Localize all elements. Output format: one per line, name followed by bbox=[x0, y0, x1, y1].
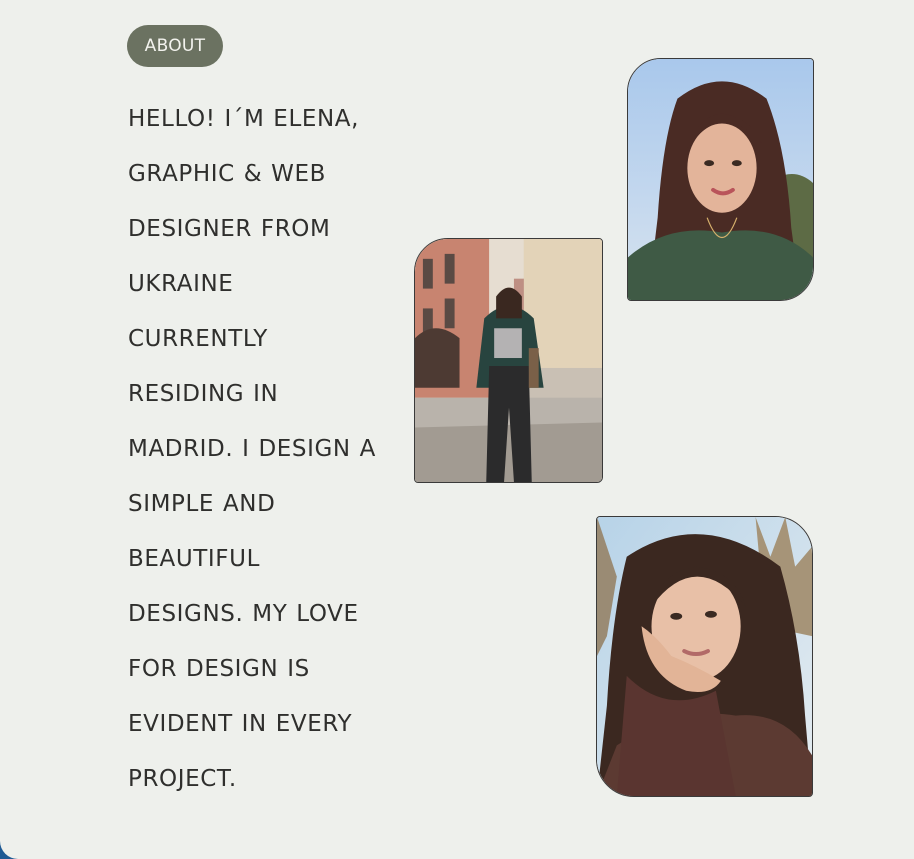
about-section: ABOUT HELLO! I´M ELENA, GRAPHIC & WEB DE… bbox=[0, 0, 914, 859]
bio-line: DESIGNS. MY LOVE bbox=[128, 601, 359, 627]
bio-line: RESIDING IN bbox=[128, 381, 279, 407]
bio-text: HELLO! I´M ELENA, GRAPHIC & WEB DESIGNER… bbox=[128, 92, 403, 807]
bio-line: DESIGNER FROM bbox=[128, 216, 331, 242]
bio-line: CURRENTLY bbox=[128, 326, 268, 352]
bio-line: SIMPLE AND bbox=[128, 491, 276, 517]
portrait-photo-selfie-image bbox=[628, 59, 813, 300]
portrait-photo-hand-on-cheek bbox=[596, 516, 813, 797]
street-photo-full-length-image bbox=[415, 239, 602, 482]
bio-line: GRAPHIC & WEB bbox=[128, 161, 327, 187]
bio-line: PROJECT. bbox=[128, 766, 237, 792]
street-photo-full-length bbox=[414, 238, 603, 483]
bio-line: BEAUTIFUL bbox=[128, 546, 260, 572]
bio-line: HELLO! I´M ELENA, bbox=[128, 106, 360, 132]
bio-line: UKRAINE bbox=[128, 271, 234, 297]
bio-line: FOR DESIGN IS bbox=[128, 656, 310, 682]
bio-line: EVIDENT IN EVERY bbox=[128, 711, 353, 737]
portrait-photo-selfie bbox=[627, 58, 814, 301]
bio-line: MADRID. I DESIGN A bbox=[128, 436, 376, 462]
portrait-photo-hand-on-cheek-image bbox=[597, 517, 812, 796]
about-badge: ABOUT bbox=[127, 25, 223, 67]
